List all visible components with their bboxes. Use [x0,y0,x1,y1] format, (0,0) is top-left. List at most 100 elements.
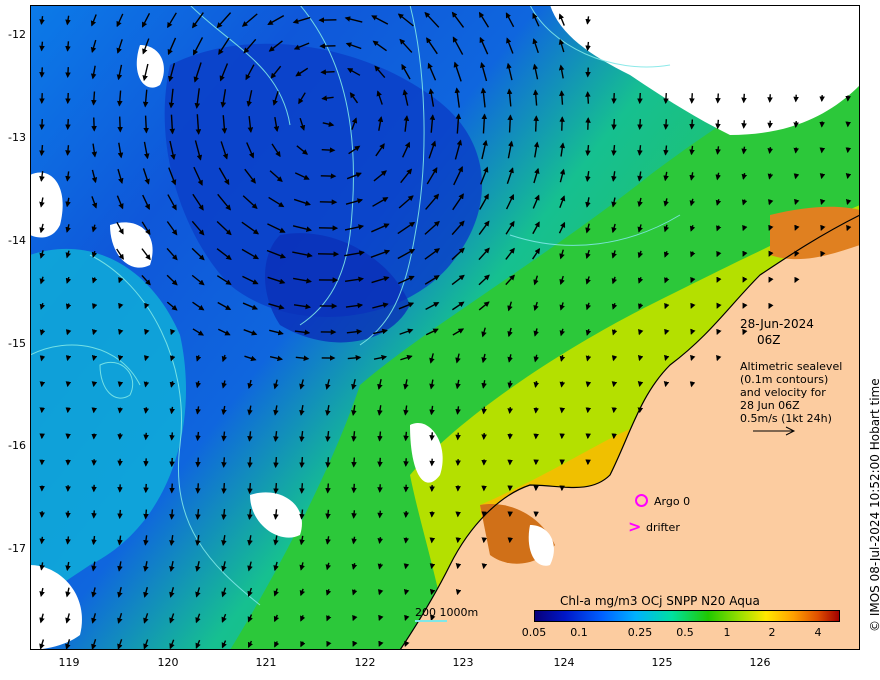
lon-tick: 125 [651,656,673,669]
velocity-arrow [273,456,279,469]
velocity-arrow [559,407,566,414]
velocity-arrow [429,432,435,441]
velocity-arrow [559,381,566,388]
velocity-arrow [637,92,643,105]
lon-tick: 119 [58,656,80,669]
velocity-arrow [299,457,305,469]
lon-tick: 121 [255,656,277,669]
velocity-arrow [741,146,747,155]
velocity-arrow [169,509,175,520]
velocity-arrow [819,173,826,180]
velocity-arrow [715,119,721,130]
velocity-arrow [65,536,71,545]
velocity-arrow [91,510,97,519]
velocity-arrow [845,147,852,154]
velocity-arrow [663,93,669,105]
velocity-arrow [767,147,773,154]
legend-line: Altimetric sealevel [740,360,843,373]
velocity-arrow [351,457,357,468]
velocity-arrow [455,588,462,596]
velocity-arrow [91,354,98,362]
colorbar-tick: 0.05 [521,626,547,639]
velocity-arrow [247,482,253,495]
velocity-arrow [663,381,670,388]
velocity-arrow [611,407,618,414]
lon-tick: 122 [354,656,376,669]
bathymetry-label: 200 1000m [415,606,479,619]
colorbar-tick: 0.5 [676,626,694,639]
lon-tick: 120 [157,656,179,669]
lon-tick: 124 [553,656,575,669]
velocity-arrow [65,381,72,388]
lon-tick: 123 [452,656,474,669]
legend-line: 0.5m/s (1kt 24h) [740,412,832,425]
velocity-arrow [533,381,540,388]
drifter-label: drifter [646,521,680,534]
velocity-arrow [91,381,98,388]
velocity-arrow [377,510,383,519]
legend-line: (0.1m contours) [740,373,829,386]
velocity-arrow [91,91,97,106]
velocity-arrow [39,381,46,388]
velocity-arrow [611,118,617,131]
velocity-arrow [221,457,227,468]
velocity-arrow [273,483,279,495]
velocity-arrow [481,406,487,415]
velocity-arrow [221,483,227,495]
velocity-arrow [767,120,773,129]
velocity-arrow [325,457,331,468]
velocity-arrow [585,67,591,78]
velocity-arrow [143,115,149,134]
time-line: 06Z [757,333,781,347]
velocity-arrow [611,381,618,388]
velocity-arrow [143,407,150,414]
velocity-arrow [767,94,773,103]
velocity-arrow [299,483,305,494]
velocity-arrow [195,509,201,521]
velocity-arrow [741,93,747,104]
colorbar-tick: 0.1 [570,626,588,639]
velocity-arrow [91,407,98,414]
velocity-arrow [455,537,462,544]
velocity-arrow [117,381,124,388]
velocity-arrow [585,407,592,414]
velocity-scale-arrow-icon [753,426,796,436]
velocity-arrow [507,407,513,414]
legend-line: 28 Jun 06Z [740,399,800,412]
velocity-arrow [403,563,410,570]
velocity-arrow [169,483,175,494]
velocity-arrow [221,431,227,442]
velocity-arrow [351,483,357,494]
velocity-arrow [65,145,71,156]
velocity-arrow [39,144,45,157]
velocity-arrow [325,509,331,520]
velocity-arrow [793,147,800,154]
velocity-arrow [143,509,149,520]
velocity-arrow [403,431,409,442]
velocity-arrow [429,563,436,570]
bathymetry-line-icon [415,620,447,622]
velocity-arrow [65,355,72,362]
velocity-arrow [247,457,253,469]
velocity-arrow [65,118,71,131]
colorbar-tick: 2 [768,626,776,639]
velocity-arrow [637,381,644,388]
velocity-arrow [455,563,462,570]
velocity-arrow [611,145,617,157]
velocity-arrow [533,407,540,414]
velocity-arrow [377,431,383,442]
velocity-arrow [117,509,123,520]
velocity-arrow [533,115,539,132]
colorbar-title: Chl-a mg/m3 OCj SNPP N20 Aqua [560,594,760,608]
velocity-arrow [845,173,852,180]
sealevel-legend: Altimetric sealevel (0.1m contours) and … [740,360,842,425]
velocity-arrow [39,118,45,131]
legend-line: and velocity for [740,386,826,399]
velocity-arrow [585,41,591,52]
velocity-arrow [793,121,799,129]
velocity-arrow [455,432,461,441]
velocity-arrow [117,116,123,133]
velocity-arrow [481,563,488,570]
velocity-arrow [91,535,97,546]
velocity-arrow [169,406,175,415]
